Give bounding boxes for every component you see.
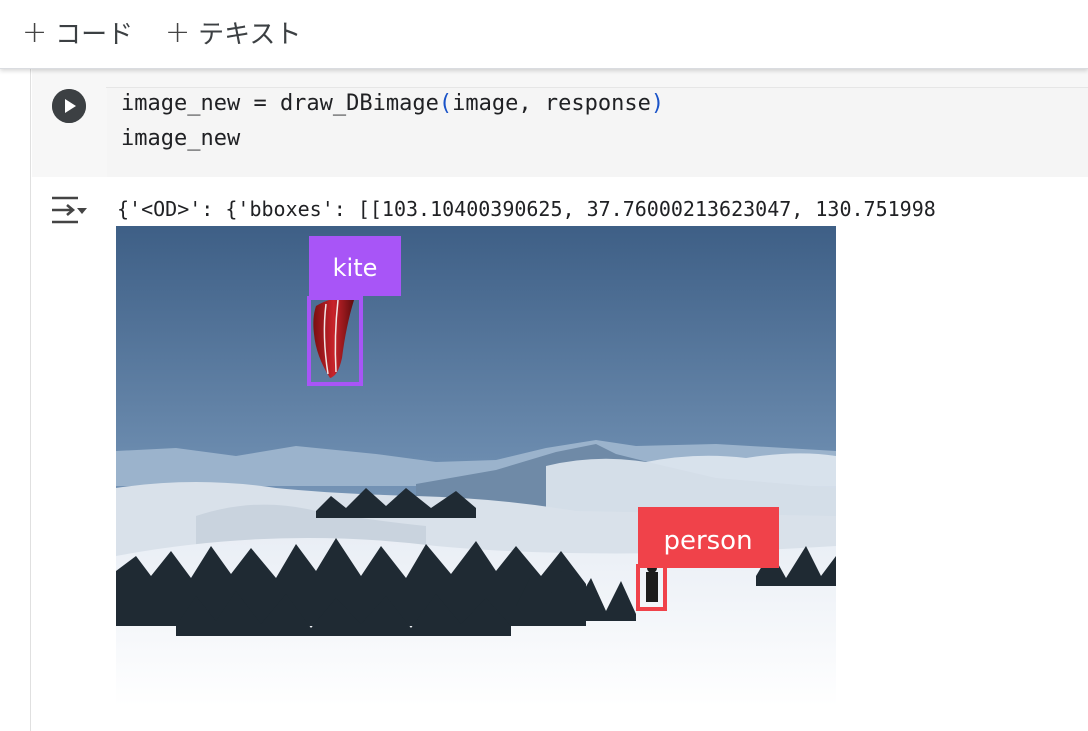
person-label: person — [663, 526, 752, 556]
code-text: image_new = draw_DBimage — [121, 91, 439, 116]
code-args: image, response — [452, 91, 651, 116]
person-object — [646, 563, 658, 602]
add-text-label: テキスト — [198, 19, 302, 50]
plus-icon: + — [165, 14, 191, 50]
run-cell-button[interactable] — [52, 89, 86, 123]
cloud-sea — [546, 453, 836, 516]
code-line-1[interactable]: image_new = draw_DBimage(image, response… — [121, 91, 664, 116]
code-cell[interactable] — [32, 69, 1088, 177]
code-line-2[interactable]: image_new — [121, 126, 240, 151]
cell-gutter-line — [30, 68, 31, 731]
add-text-button[interactable]: + テキスト — [165, 14, 301, 50]
plus-icon: + — [22, 14, 48, 50]
output-text: {'<OD>': {'bboxes': [[103.10400390625, 3… — [117, 197, 936, 221]
kite-label: kite — [333, 254, 378, 282]
code-text: image_new — [121, 126, 241, 151]
output-toggle-icon[interactable] — [50, 194, 90, 228]
code-cell-top-strip — [106, 69, 1088, 88]
output-image: kite person — [116, 226, 836, 706]
add-code-button[interactable]: + コード — [22, 14, 133, 50]
add-code-label: コード — [55, 19, 134, 50]
play-icon — [52, 89, 86, 123]
code-paren-close: ) — [650, 91, 665, 116]
code-paren-open: ( — [438, 91, 453, 116]
notebook-toolbar: + コード + テキスト — [0, 0, 1088, 69]
